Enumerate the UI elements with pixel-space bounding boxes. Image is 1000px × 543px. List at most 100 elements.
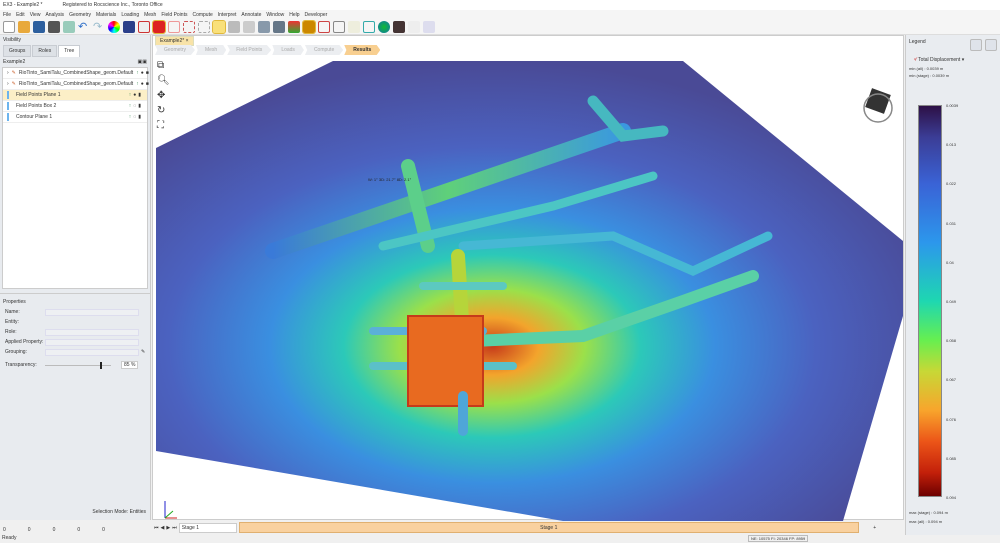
contour-icon[interactable] [288, 20, 300, 33]
menu-view[interactable]: View [30, 12, 41, 18]
zoom-extents-icon[interactable]: ⛶ [157, 120, 170, 131]
grouping-select[interactable] [45, 348, 139, 356]
mesh-icon[interactable] [318, 20, 330, 33]
menu-help[interactable]: Help [289, 12, 299, 18]
workflow-mesh[interactable]: Mesh [195, 45, 227, 55]
clear-selection-icon[interactable] [198, 20, 210, 33]
delete-icon[interactable]: ▮ [138, 92, 141, 98]
undo-icon[interactable]: ↶ [78, 21, 90, 33]
menu-window[interactable]: Window [266, 12, 284, 18]
box-view-icon[interactable] [363, 20, 375, 33]
viewport[interactable]: Example2* × Geometry Mesh Field Points L… [152, 35, 904, 521]
lock-icon[interactable]: ■ [146, 70, 149, 76]
menu-field-points[interactable]: Field Points [161, 12, 187, 18]
tree-item[interactable]: Contour Plane 1 ↑ ◌ ▮ [3, 112, 147, 123]
slider-thumb[interactable] [99, 361, 102, 369]
transparency-input[interactable]: 85 % [121, 361, 139, 369]
wire-box-icon[interactable] [168, 20, 180, 33]
visibility-icon[interactable] [212, 19, 226, 34]
expand-icon[interactable]: › [7, 81, 9, 87]
shape-icon[interactable] [258, 20, 270, 33]
name-input[interactable] [45, 308, 139, 316]
section-icon[interactable] [348, 20, 360, 33]
eye-hidden-icon[interactable]: ◌ [133, 103, 136, 109]
lock-icon[interactable]: ■ [146, 81, 149, 87]
role-icon[interactable]: ↑ [129, 114, 132, 120]
menu-analysis[interactable]: Analysis [45, 12, 64, 18]
expand-collapse-icon[interactable]: ▣▣ [138, 59, 147, 65]
add-stage-button[interactable]: + [861, 525, 889, 531]
excavation-icon[interactable] [393, 20, 405, 33]
eye-icon[interactable]: ● [141, 70, 144, 76]
menu-geometry[interactable]: Geometry [69, 12, 91, 18]
redo-icon[interactable]: ↷ [93, 21, 105, 33]
workflow-results[interactable]: Results [344, 45, 381, 55]
disabled-icon[interactable] [408, 20, 420, 33]
last-stage-button[interactable]: ⏭ [172, 525, 177, 531]
rotate-icon[interactable]: ↻ [157, 105, 170, 116]
model-view[interactable]: W: 1° 3D: 21.7° 8D: 2.1° [153, 56, 903, 521]
pan-icon[interactable]: ✥ [157, 90, 170, 101]
pencil-icon[interactable]: ✎ [141, 349, 145, 355]
report-icon[interactable] [63, 20, 75, 33]
stage-select[interactable]: Stage 1 [178, 522, 237, 533]
chart-icon[interactable] [985, 39, 997, 51]
menu-materials[interactable]: Materials [96, 12, 116, 18]
legend-settings-icon[interactable] [970, 39, 982, 51]
tree-item[interactable]: › ✎ RioTinto_SamiTalu_CombinedShape_geom.D… [3, 68, 149, 79]
workflow-loads[interactable]: Loads [272, 45, 304, 55]
role-select[interactable] [45, 328, 139, 336]
sphere-icon[interactable] [378, 20, 390, 33]
tree-item[interactable]: Field Points Box 2 ↑ ◌ ▮ [3, 101, 147, 112]
delete-icon[interactable]: ▮ [138, 103, 141, 109]
solid-box-icon[interactable] [152, 19, 166, 34]
render-icon[interactable] [302, 19, 316, 34]
tab-groups[interactable]: Groups [3, 45, 32, 57]
role-icon[interactable]: ↑ [136, 70, 139, 76]
role-icon[interactable]: ↑ [129, 92, 132, 98]
display-icon[interactable] [228, 20, 240, 33]
delete-icon[interactable]: ▮ [138, 114, 141, 120]
first-stage-button[interactable]: ⏮ [154, 525, 159, 531]
zoom-icon[interactable]: 🔍︎ [157, 75, 170, 86]
save-icon[interactable] [33, 20, 45, 33]
workflow-field-points[interactable]: Field Points [227, 45, 272, 55]
new-file-icon[interactable] [3, 20, 15, 33]
print-icon[interactable] [48, 20, 60, 33]
cube-icon[interactable] [333, 20, 345, 33]
menu-loading[interactable]: Loading [121, 12, 139, 18]
role-icon[interactable]: ↑ [129, 103, 132, 109]
zoom-window-icon[interactable]: ⧉ [157, 60, 170, 71]
menu-file[interactable]: File [3, 12, 11, 18]
next-stage-button[interactable]: ▶ [166, 525, 170, 531]
eye-icon[interactable]: ● [133, 92, 136, 98]
menu-compute[interactable]: Compute [192, 12, 212, 18]
lock-selection-icon[interactable] [183, 20, 195, 33]
quantity-select[interactable]: ᵘ⁄ Total Displacement ▾ [906, 55, 1000, 65]
menu-interpret[interactable]: Interpret [218, 12, 237, 18]
menu-annotate[interactable]: Annotate [241, 12, 261, 18]
tool-icon[interactable] [273, 20, 285, 33]
prev-stage-button[interactable]: ◀ [161, 525, 165, 531]
role-icon[interactable]: ↑ [136, 81, 139, 87]
tree-item[interactable]: › ✎ RioTinto_SamiTalu_CombinedShape_geom.D… [3, 79, 149, 90]
menu-edit[interactable]: Edit [16, 12, 25, 18]
color-wheel-icon[interactable] [108, 20, 120, 33]
tab-tree[interactable]: Tree [58, 45, 81, 57]
stage-tab[interactable]: Stage 1 [238, 522, 859, 533]
filter-icon[interactable] [243, 20, 255, 33]
draw-icon[interactable] [138, 20, 150, 33]
open-folder-icon[interactable] [18, 20, 30, 33]
view-cube[interactable] [863, 88, 893, 123]
background-icon[interactable] [123, 20, 135, 33]
chart-icon[interactable] [423, 20, 435, 33]
menu-mesh[interactable]: Mesh [144, 12, 156, 18]
workflow-geometry[interactable]: Geometry [155, 45, 195, 55]
eye-icon[interactable]: ● [141, 81, 144, 87]
transparency-slider[interactable] [45, 361, 111, 369]
menu-developer[interactable]: Developer [305, 12, 328, 18]
tab-roles[interactable]: Roles [32, 45, 58, 57]
expand-icon[interactable]: › [7, 70, 9, 76]
applied-property-select[interactable] [45, 338, 139, 346]
workflow-compute[interactable]: Compute [304, 45, 344, 55]
